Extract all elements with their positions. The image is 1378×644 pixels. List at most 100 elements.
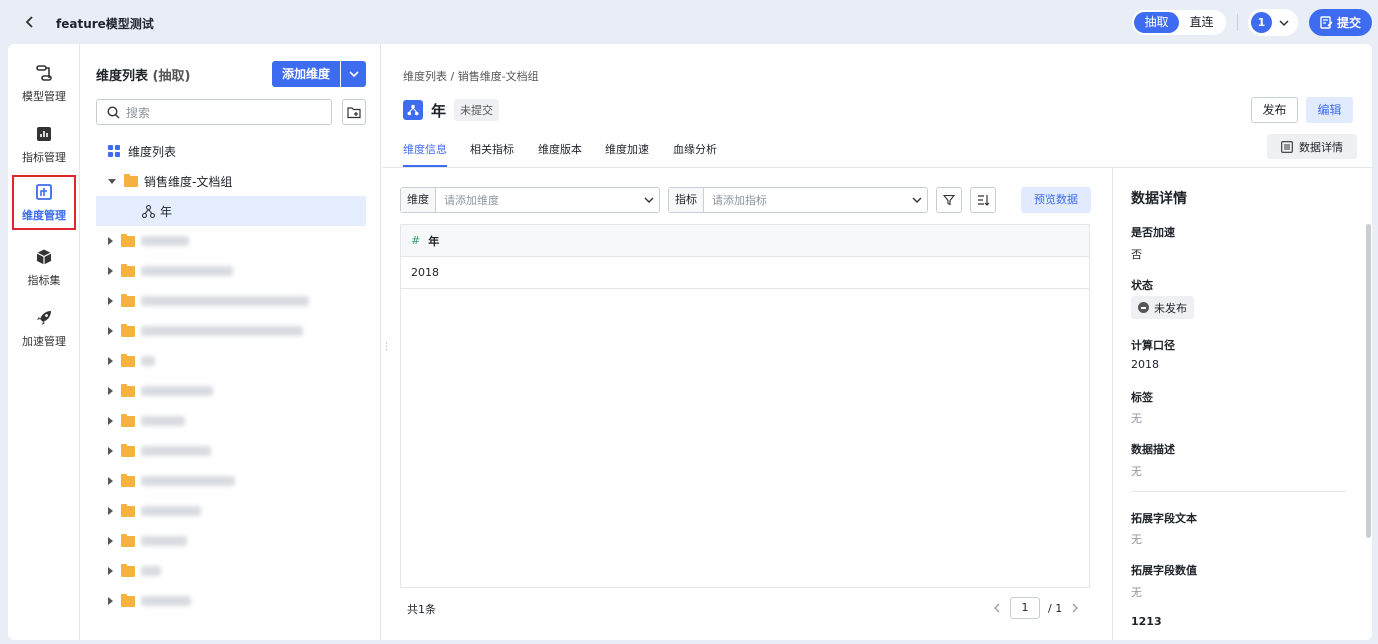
field-label: 拓展字段数值 [1131,564,1197,577]
field-label: 计算口径 [1131,339,1175,352]
blurred-folder-name [141,236,189,246]
mode-direct[interactable]: 直连 [1179,12,1224,33]
field-label: 拓展字段文本 [1131,512,1197,525]
scrollbar[interactable] [1366,224,1371,538]
field-value: 无 [1131,465,1142,478]
chevron-down-icon [907,194,927,206]
tab-dimension-info[interactable]: 维度信息 [403,141,447,167]
metric-filter-select[interactable]: 指标 请添加指标 [668,187,928,213]
tree-folder[interactable] [96,256,366,286]
tree-folder[interactable] [96,556,366,586]
expand-caret-icon[interactable] [108,567,113,575]
preview-data-button[interactable]: 预览数据 [1021,187,1091,213]
tree-folder[interactable] [96,466,366,496]
filter-button[interactable] [936,187,962,213]
tree-folder[interactable] [96,376,366,406]
nav-item-metrics[interactable]: 指标管理 [12,117,76,173]
folder-icon [121,233,135,247]
next-page-icon[interactable] [1070,603,1080,613]
folder-icon [121,323,135,337]
search-placeholder: 搜索 [126,105,151,120]
tree-root-label: 维度列表 [128,144,177,159]
tree-item-selected[interactable]: 年 [96,196,366,226]
status-badge: 未发布 [1131,296,1194,319]
tree-folder[interactable] [96,346,366,376]
prev-page-icon[interactable] [992,603,1002,613]
tree-folder[interactable] [96,286,366,316]
page-total: / 1 [1048,601,1063,615]
nav-item-model[interactable]: 模型管理 [12,56,76,112]
top-bar: feature模型测试 抽取 直连 1 提交 [0,0,1378,44]
folder-open-icon [124,173,138,187]
dimension-name: 年 [431,101,447,120]
folder-icon [121,383,135,397]
nav-item-acceleration[interactable]: 加速管理 [12,301,76,357]
page-title: 年 未提交 [403,99,500,121]
folder-icon [121,413,135,427]
publish-button[interactable]: 发布 [1251,97,1298,123]
expand-caret-icon[interactable] [108,477,113,485]
tree-folder[interactable] [96,226,366,256]
blurred-folder-name [141,536,187,546]
folder-icon [121,443,135,457]
folder-icon [121,563,135,577]
tab-related-metrics[interactable]: 相关指标 [470,141,514,167]
add-dimension-button[interactable]: 添加维度 [272,61,340,87]
expand-caret-icon[interactable] [108,507,113,515]
tree-root[interactable]: 维度列表 [96,136,366,166]
expand-caret-icon[interactable] [108,537,113,545]
tree-folder[interactable] [96,496,366,526]
blurred-folder-name [141,596,191,606]
status-text: 未发布 [1154,301,1187,315]
chevron-down-icon [1279,19,1289,26]
expand-caret-icon[interactable] [108,597,113,605]
add-dropdown-button[interactable] [341,61,366,87]
expand-caret-icon[interactable] [108,267,113,275]
tree-group[interactable]: 销售维度-文档组 [96,166,366,196]
expand-caret-icon[interactable] [108,237,113,245]
new-folder-icon [347,106,361,118]
search-icon [107,105,120,118]
page-input[interactable]: 1 [1010,597,1040,619]
expand-caret-icon[interactable] [108,417,113,425]
expand-caret-icon[interactable] [108,327,113,335]
expand-caret-icon[interactable] [108,357,113,365]
chevron-down-icon [348,71,359,78]
dimension-filter-select[interactable]: 维度 请添加维度 [400,187,660,213]
dimension-filter-label: 维度 [401,188,436,212]
tree-folder[interactable] [96,406,366,436]
tree-folder[interactable] [96,586,366,616]
nav-item-metric-set[interactable]: 指标集 [12,240,76,296]
user-menu[interactable]: 1 [1248,9,1298,36]
blurred-folder-name [141,566,161,576]
expand-caret-icon[interactable] [108,447,113,455]
blurred-folder-name [141,476,235,486]
edit-button[interactable]: 编辑 [1306,97,1353,123]
tree-folder[interactable] [96,316,366,346]
tree-item-label: 年 [160,204,173,219]
expand-caret-icon[interactable] [108,387,113,395]
data-detail-label: 数据详情 [1299,140,1343,154]
tree-folder[interactable] [96,526,366,556]
nav-item-dimension[interactable]: 维度管理 [12,175,76,230]
expand-caret-icon[interactable] [108,297,113,305]
new-folder-button[interactable] [342,99,366,125]
tab-lineage[interactable]: 血缘分析 [673,141,717,167]
minus-circle-icon [1138,302,1149,313]
data-detail-button[interactable]: 数据详情 [1267,134,1357,159]
sort-icon [977,195,989,206]
table-header: # 年 [401,225,1089,257]
metric-filter-placeholder: 请添加指标 [712,194,767,207]
folder-icon [121,293,135,307]
tree-folder[interactable] [96,436,366,466]
submit-button[interactable]: 提交 [1309,9,1372,36]
sort-button[interactable] [970,187,996,213]
back-arrow-icon[interactable] [22,14,38,30]
tab-dimension-version[interactable]: 维度版本 [538,141,582,167]
tab-dimension-acceleration[interactable]: 维度加速 [605,141,649,167]
workspace-card: 模型管理 指标管理 维度管理 指标集 加速管理 维度列表 (抽取) 添加维度 搜… [8,44,1372,640]
search-input[interactable]: 搜索 [96,99,332,125]
expand-caret-icon[interactable] [108,178,116,184]
mode-extract[interactable]: 抽取 [1134,12,1179,33]
mode-switch[interactable]: 抽取 直连 [1132,10,1226,35]
